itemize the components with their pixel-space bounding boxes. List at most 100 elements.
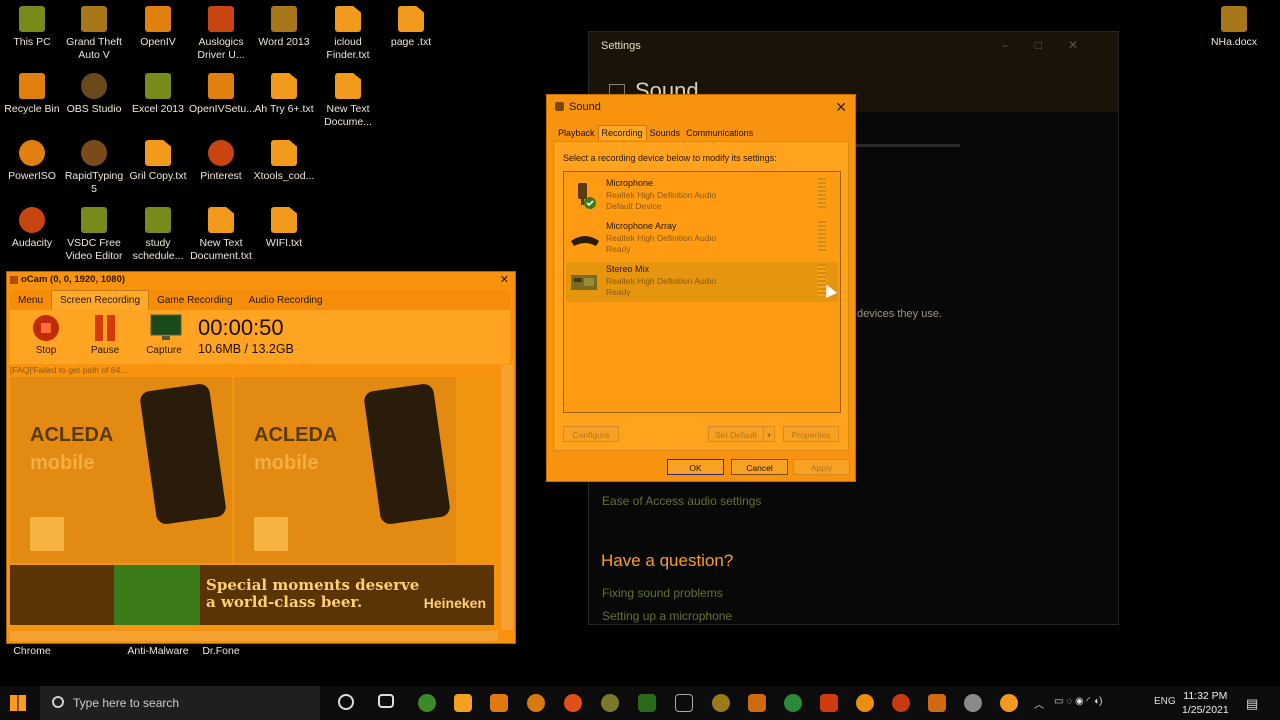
ease-of-access-link[interactable]: Ease of Access audio settings bbox=[602, 494, 761, 508]
desktop-icon-study-schedule[interactable]: study schedule... bbox=[126, 207, 190, 263]
lightroom-icon[interactable] bbox=[675, 694, 693, 712]
desktop-icon-openiv[interactable]: OpenIV bbox=[126, 6, 190, 49]
set-default-button[interactable]: Set Default bbox=[708, 426, 764, 442]
app-icon[interactable] bbox=[601, 694, 619, 712]
search-box[interactable]: Type here to search bbox=[40, 686, 320, 720]
desktop-icon-obs[interactable]: OBS Studio bbox=[62, 73, 126, 116]
app-icon[interactable] bbox=[928, 694, 946, 712]
ocam-taskbar-icon[interactable] bbox=[820, 694, 838, 712]
tray-icons[interactable]: ▭ ◌ ◉ ◜ ◖) bbox=[1054, 696, 1102, 707]
close-icon[interactable]: ✕ bbox=[835, 99, 847, 116]
stop-button[interactable]: Stop bbox=[21, 314, 71, 356]
heineken-ad[interactable]: Special moments deserve a world-class bee… bbox=[10, 565, 494, 625]
vsdc-taskbar-icon[interactable] bbox=[638, 694, 656, 712]
edge-icon[interactable] bbox=[418, 694, 436, 712]
windows-start-icon[interactable] bbox=[10, 695, 26, 711]
help-link-microphone[interactable]: Setting up a microphone bbox=[602, 609, 732, 623]
vertical-scrollbar[interactable] bbox=[501, 365, 513, 630]
file-explorer-icon[interactable] bbox=[454, 694, 472, 712]
store-icon[interactable] bbox=[490, 694, 508, 712]
settings-gear-icon[interactable] bbox=[964, 694, 982, 712]
capture-button[interactable]: Capture bbox=[139, 314, 189, 356]
tab-recording[interactable]: Recording bbox=[597, 125, 647, 140]
tab-audio-recording[interactable]: Audio Recording bbox=[241, 291, 331, 310]
device-row-microphone-array[interactable]: Microphone Array Realtek High Definition… bbox=[566, 219, 838, 259]
search-icon bbox=[52, 696, 64, 708]
chevron-down-icon[interactable]: ▾ bbox=[763, 426, 775, 442]
device-row-microphone[interactable]: Microphone Realtek High Definition Audio… bbox=[566, 176, 838, 216]
desktop-icon-nha-docx[interactable]: NHa.docx bbox=[1202, 6, 1266, 49]
tab-communications[interactable]: Communications bbox=[683, 126, 756, 140]
device-row-stereo-mix[interactable]: Stereo Mix Realtek High Definition Audio… bbox=[566, 262, 838, 302]
desktop-icon-new-text-document[interactable]: New Text Document.txt bbox=[189, 207, 253, 263]
word-file-icon bbox=[1221, 6, 1247, 32]
horizontal-scrollbar[interactable] bbox=[10, 631, 498, 641]
window-controls[interactable]: –□✕ bbox=[1002, 38, 1104, 52]
vsdc-icon bbox=[81, 207, 107, 233]
desktop-icon-openiv-setup[interactable]: OpenIVSetu... bbox=[189, 73, 255, 116]
powerpoint-icon[interactable] bbox=[748, 694, 766, 712]
menu-button[interactable]: Menu bbox=[10, 291, 51, 310]
desktop-icon-wifi[interactable]: WIFI.txt bbox=[252, 207, 316, 250]
cortana-icon[interactable] bbox=[338, 694, 354, 710]
volume-slider-track[interactable] bbox=[856, 144, 960, 147]
desktop-icon-vsdc[interactable]: VSDC Free Video Editor bbox=[62, 207, 126, 263]
tab-playback[interactable]: Playback bbox=[555, 126, 598, 140]
telegram-icon[interactable] bbox=[784, 694, 802, 712]
chrome-icon[interactable] bbox=[527, 694, 545, 712]
task-view-icon[interactable] bbox=[378, 694, 394, 708]
desktop-icon-chrome[interactable]: Chrome bbox=[0, 645, 64, 658]
device-name: Stereo Mix bbox=[606, 264, 650, 274]
sound-app-icon[interactable] bbox=[1000, 694, 1018, 712]
desktop-icon-recycle-bin[interactable]: Recycle Bin bbox=[0, 73, 64, 116]
desktop-icon-audacity[interactable]: Audacity bbox=[0, 207, 64, 250]
app-icon[interactable] bbox=[712, 694, 730, 712]
cancel-button[interactable]: Cancel bbox=[731, 459, 788, 475]
desktop-icon-gta[interactable]: Grand Theft Auto V bbox=[62, 6, 126, 62]
desktop-icon-this-pc[interactable]: This PC bbox=[0, 6, 64, 49]
acleda-ad[interactable]: ACLEDA mobile bbox=[234, 377, 456, 563]
app-icon[interactable] bbox=[856, 694, 874, 712]
desktop-icon-rapidtyping[interactable]: RapidTyping 5 bbox=[62, 140, 126, 196]
tab-game-recording[interactable]: Game Recording bbox=[149, 291, 241, 310]
tab-screen-recording[interactable]: Screen Recording bbox=[51, 290, 150, 310]
device-status: Ready bbox=[606, 287, 631, 297]
help-link-fixing-sound[interactable]: Fixing sound problems bbox=[602, 586, 723, 600]
desktop-icon-auslogics[interactable]: Auslogics Driver U... bbox=[189, 6, 253, 62]
chevron-up-icon[interactable]: ︿ bbox=[1034, 696, 1044, 711]
desktop-icon-ah-try[interactable]: Ah Try 6+.txt bbox=[252, 73, 316, 116]
desktop-icon-new-text-doc[interactable]: New Text Docume... bbox=[316, 73, 380, 129]
device-driver: Realtek High Definition Audio bbox=[606, 190, 717, 200]
desktop-icon-gril-copy[interactable]: Gril Copy.txt bbox=[126, 140, 190, 183]
faq-message[interactable]: [FAQ]'Failed to get path of 64... bbox=[10, 365, 127, 375]
desktop-icon-anti-malware[interactable]: Anti-Malware bbox=[122, 645, 194, 658]
pause-button[interactable]: Pause bbox=[80, 314, 130, 356]
desktop-icon-drfone[interactable]: Dr.Fone bbox=[189, 645, 253, 658]
text-file-icon bbox=[271, 207, 297, 233]
desktop-icon-excel[interactable]: Excel 2013 bbox=[126, 73, 190, 116]
openiv-icon bbox=[145, 6, 171, 32]
tab-sounds[interactable]: Sounds bbox=[647, 126, 684, 140]
notifications-icon[interactable]: ▤ bbox=[1246, 696, 1258, 712]
desktop-icon-icloud-finder[interactable]: icloud Finder.txt bbox=[316, 6, 380, 62]
pause-icon bbox=[91, 314, 119, 342]
desktop-icon-poweriso[interactable]: PowerISO bbox=[0, 140, 64, 183]
ocam-menubar: Menu Screen Recording Game Recording Audio … bbox=[10, 290, 510, 310]
acleda-ad[interactable]: ACLEDA mobile bbox=[10, 377, 232, 563]
properties-button[interactable]: Properties bbox=[783, 426, 839, 442]
apply-button[interactable]: Apply bbox=[793, 459, 850, 475]
desktop-icon-pinterest[interactable]: Pinterest bbox=[189, 140, 253, 183]
close-icon[interactable]: ✕ bbox=[500, 273, 509, 286]
desktop-icon-page-txt[interactable]: page .txt bbox=[379, 6, 443, 49]
recording-timer: 00:00:50 bbox=[198, 315, 284, 340]
configure-button[interactable]: Configure bbox=[563, 426, 619, 442]
desktop-icon-xtools[interactable]: Xtools_cod... bbox=[252, 140, 316, 183]
clock[interactable]: 11:32 PM 1/25/2021 bbox=[1182, 689, 1229, 717]
language-indicator[interactable]: ENG bbox=[1154, 696, 1176, 707]
ok-button[interactable]: OK bbox=[667, 459, 724, 475]
obs-icon bbox=[81, 73, 107, 99]
firefox-icon[interactable] bbox=[564, 694, 582, 712]
desktop-icon-word[interactable]: Word 2013 bbox=[252, 6, 316, 49]
phone-image bbox=[363, 382, 451, 526]
messenger-icon[interactable] bbox=[892, 694, 910, 712]
